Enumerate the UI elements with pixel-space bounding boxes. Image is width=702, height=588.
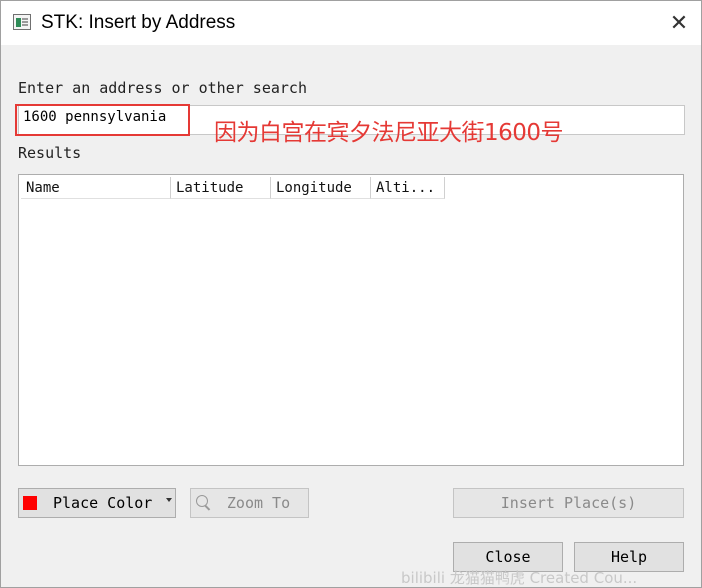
place-color-swatch xyxy=(23,496,37,510)
column-header-longitude[interactable]: Longitude xyxy=(271,177,371,199)
insert-by-address-dialog: STK: Insert by Address ✕ Enter an addres… xyxy=(0,0,702,588)
insert-places-button[interactable]: Insert Place(s) xyxy=(453,488,684,518)
place-color-button[interactable]: Place Color xyxy=(18,488,176,518)
results-label: Results xyxy=(18,144,82,162)
search-label: Enter an address or other search xyxy=(18,79,307,97)
dropdown-arrow-icon xyxy=(166,498,172,502)
annotation-highlight-box xyxy=(15,104,190,136)
results-list[interactable]: Name Latitude Longitude Alti... xyxy=(18,174,684,466)
column-header-latitude[interactable]: Latitude xyxy=(171,177,271,199)
watermark-text: bilibili 龙猫猫鸭虎 Created Cou... xyxy=(401,569,638,587)
close-icon[interactable]: ✕ xyxy=(667,11,691,35)
title-bar: STK: Insert by Address ✕ xyxy=(1,1,701,45)
column-header-name[interactable]: Name xyxy=(21,177,171,199)
window-title: STK: Insert by Address xyxy=(41,12,236,33)
zoom-to-button[interactable]: Zoom To xyxy=(190,488,309,518)
column-header-altitude[interactable]: Alti... xyxy=(371,177,445,199)
place-color-label: Place Color xyxy=(53,494,153,512)
zoom-to-label: Zoom To xyxy=(226,494,291,512)
annotation-text: 因为白宫在宾夕法尼亚大街1600号 xyxy=(214,120,564,146)
stk-app-icon xyxy=(13,14,31,30)
zoom-icon xyxy=(196,495,208,507)
